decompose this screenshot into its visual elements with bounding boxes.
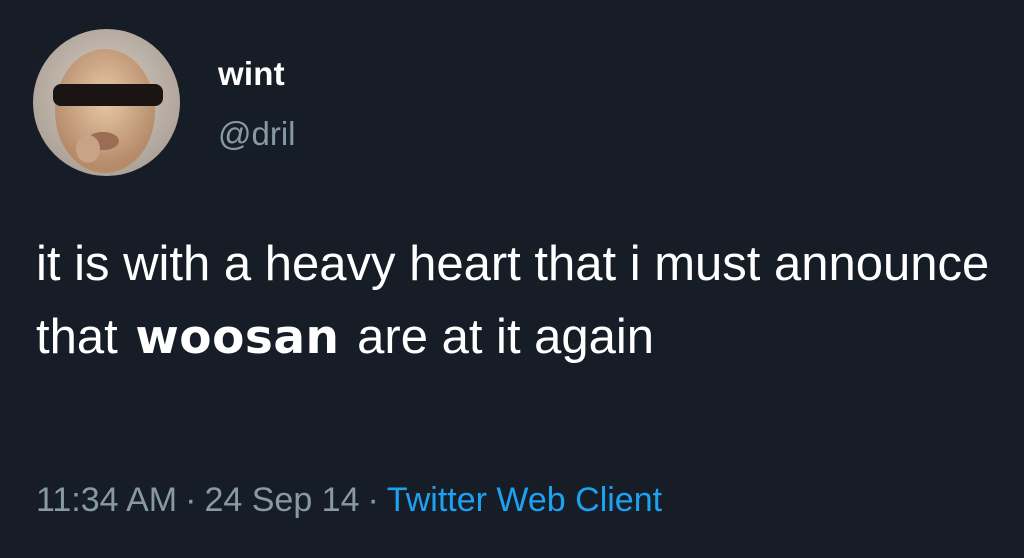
tweet-meta: 11:34 AM · 24 Sep 14 · Twitter Web Client — [36, 478, 662, 522]
tweet-text: it is with a heavy heart that i must ann… — [36, 228, 996, 374]
display-name[interactable]: wint — [218, 54, 285, 94]
tweet-card: wint @dril it is with a heavy heart that… — [0, 0, 1024, 558]
meta-separator: · — [185, 481, 197, 519]
meta-separator: · — [367, 481, 379, 519]
user-avatar-icon[interactable] — [33, 29, 180, 176]
tweet-text-emphasis: woosan — [135, 310, 340, 365]
tweet-text-part2: are at it again — [357, 310, 655, 364]
tweet-date[interactable]: 24 Sep 14 — [204, 481, 359, 519]
tweet-time[interactable]: 11:34 AM — [36, 481, 177, 519]
user-handle[interactable]: @dril — [218, 114, 296, 154]
tweet-source-link[interactable]: Twitter Web Client — [387, 481, 662, 519]
